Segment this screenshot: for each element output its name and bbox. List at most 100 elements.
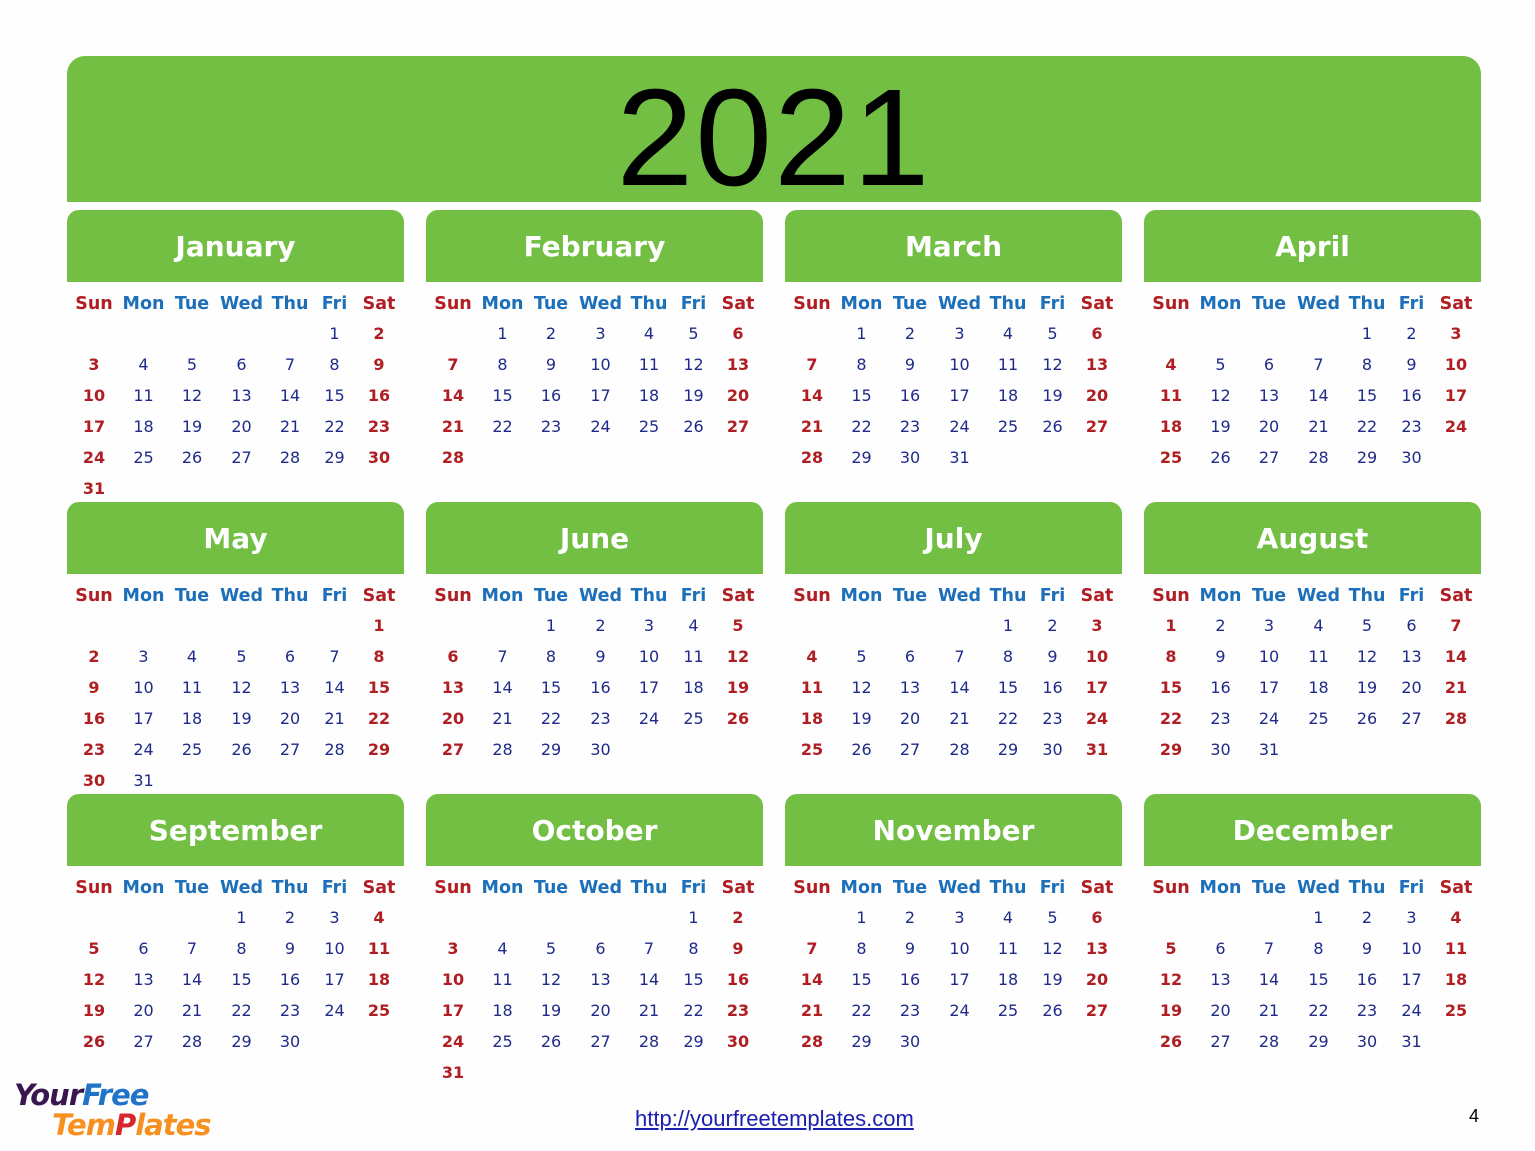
day-cell: 1 xyxy=(1313,908,1324,927)
day-cell: 18 xyxy=(1308,678,1329,697)
weekday-label: Wed xyxy=(219,294,264,314)
day-cell: 16 xyxy=(899,386,921,405)
day-cell: 25 xyxy=(683,709,704,728)
day-cell: 19 xyxy=(231,709,252,728)
day-cell: 5 xyxy=(1361,616,1373,635)
weekday-label: Wed xyxy=(578,878,623,898)
logo-lates: lates xyxy=(135,1108,211,1142)
month-header: August xyxy=(1144,502,1481,574)
empty-day xyxy=(936,610,983,641)
empty-day xyxy=(1198,902,1243,933)
day-cell: 13 xyxy=(726,355,750,374)
day-cell: 2 xyxy=(373,324,385,343)
day-cell: 1 xyxy=(545,616,557,635)
day-cell: 22 xyxy=(231,1001,252,1020)
day-cell: 19 xyxy=(726,678,750,697)
day-cell: 3 xyxy=(643,616,655,635)
website-link[interactable]: http://yourfreetemplates.com xyxy=(635,1106,914,1132)
day-cell: 5 xyxy=(236,647,247,666)
weekday-label: Sat xyxy=(1080,294,1114,314)
day-grid: Sun Mon Tue Wed Thu Fri Sat 1 2 3 4 5 6 7 8 9 10 11 12 13 14… xyxy=(1144,290,1481,473)
empty-day xyxy=(480,610,525,641)
day-cell: 26 xyxy=(726,709,750,728)
day-cell: 2 xyxy=(904,908,916,927)
day-cell: 10 xyxy=(1258,647,1280,666)
day-cell: 14 xyxy=(1308,386,1329,405)
day-cell: 17 xyxy=(133,709,154,728)
day-cell: 30 xyxy=(899,1032,921,1051)
day-cell: 12 xyxy=(683,355,704,374)
day-cell: 17 xyxy=(638,678,660,697)
day-cell: 31 xyxy=(82,479,106,498)
day-cell: 28 xyxy=(1308,448,1329,467)
weekday-label: Wed xyxy=(219,878,264,898)
day-cell: 21 xyxy=(441,417,465,436)
logo-free: Free xyxy=(82,1078,149,1112)
weekday-label: Thu xyxy=(1348,586,1386,606)
day-cell: 7 xyxy=(806,355,818,374)
weekday-label: Sun xyxy=(75,878,113,898)
day-grid: Sun Mon Tue Wed Thu Fri Sat 1 2 3 4 5 6 7 8 9 10 11 12 13 14… xyxy=(67,290,404,504)
day-cell: 11 xyxy=(800,678,824,697)
day-cell: 29 xyxy=(367,740,391,759)
day-cell: 20 xyxy=(1210,1001,1231,1020)
day-cell: 10 xyxy=(1444,355,1468,374)
month-january: January Sun Mon Tue Wed Thu Fri Sat 1 2 3 4 5 6 7 8 9 10 1… xyxy=(67,210,404,504)
day-cell: 27 xyxy=(133,1032,154,1051)
empty-day xyxy=(166,318,218,349)
day-cell: 18 xyxy=(367,970,391,989)
empty-day xyxy=(1198,318,1243,349)
month-october: October Sun Mon Tue Wed Thu Fri Sat 1 2 3 4 5 6 7 8 9 10 1… xyxy=(426,794,763,1088)
day-cell: 23 xyxy=(367,417,391,436)
day-cell: 17 xyxy=(1444,386,1468,405)
weekday-label: Thu xyxy=(271,586,309,606)
day-cell: 8 xyxy=(497,355,508,374)
weekday-label: Sat xyxy=(721,586,755,606)
day-cell: 29 xyxy=(1356,448,1378,467)
day-cell: 27 xyxy=(279,740,301,759)
day-cell: 23 xyxy=(1042,709,1063,728)
weekday-label: Tue xyxy=(533,294,569,314)
day-cell: 2 xyxy=(732,908,744,927)
day-cell: 17 xyxy=(1258,678,1280,697)
day-cell: 4 xyxy=(688,616,699,635)
month-february: February Sun Mon Tue Wed Thu Fri Sat 1 2 3 4 5 6 7 8 9 10… xyxy=(426,210,763,473)
day-cell: 7 xyxy=(284,355,296,374)
day-cell: 21 xyxy=(279,417,301,436)
weekday-label: Thu xyxy=(989,586,1027,606)
day-cell: 20 xyxy=(1401,678,1422,697)
day-cell: 5 xyxy=(1047,324,1058,343)
day-cell: 4 xyxy=(1002,324,1014,343)
day-cell: 23 xyxy=(540,417,562,436)
day-cell: 15 xyxy=(231,970,252,989)
day-cell: 1 xyxy=(856,908,867,927)
day-cell: 15 xyxy=(367,678,391,697)
empty-day xyxy=(67,902,121,933)
day-cell: 28 xyxy=(638,1032,660,1051)
weekday-label: Sun xyxy=(1152,878,1190,898)
day-cell: 24 xyxy=(590,417,611,436)
day-cell: 16 xyxy=(1210,678,1231,697)
weekday-label: Mon xyxy=(840,878,883,898)
weekday-label: Sun xyxy=(434,586,472,606)
day-cell: 11 xyxy=(997,355,1019,374)
weekday-label: Wed xyxy=(937,878,982,898)
day-cell: 10 xyxy=(949,939,970,958)
day-cell: 6 xyxy=(1091,908,1103,927)
day-cell: 5 xyxy=(1047,908,1058,927)
day-cell: 17 xyxy=(324,970,345,989)
day-cell: 12 xyxy=(540,970,562,989)
day-cell: 11 xyxy=(683,647,704,666)
day-cell: 25 xyxy=(997,1001,1019,1020)
day-cell: 28 xyxy=(949,740,970,759)
weekday-label: Sat xyxy=(721,294,755,314)
day-cell: 1 xyxy=(373,616,385,635)
day-cell: 9 xyxy=(373,355,385,374)
day-cell: 29 xyxy=(1159,740,1183,759)
empty-day xyxy=(166,902,218,933)
day-cell: 20 xyxy=(133,1001,154,1020)
day-cell: 28 xyxy=(441,448,465,467)
month-june: June Sun Mon Tue Wed Thu Fri Sat 1 2 3 4 5 6 7 8 9 10 11 12… xyxy=(426,502,763,765)
day-cell: 8 xyxy=(856,939,867,958)
day-cell: 26 xyxy=(82,1032,106,1051)
